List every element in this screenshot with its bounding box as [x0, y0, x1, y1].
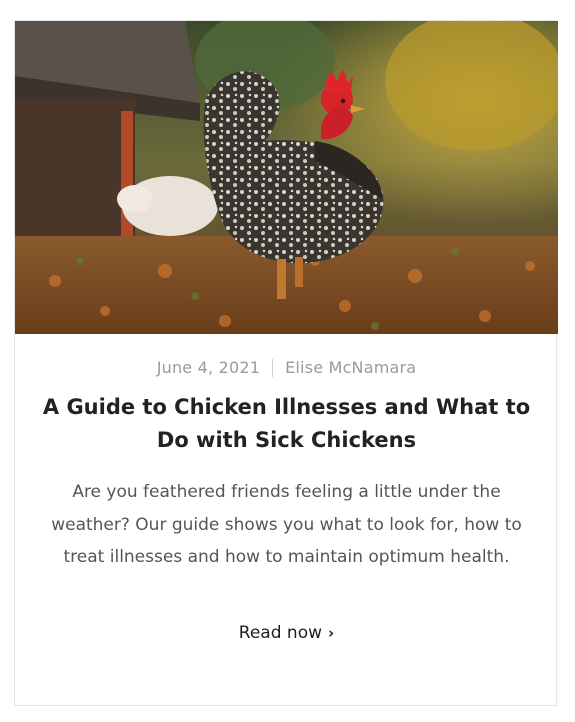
article-date: June 4, 2021	[156, 358, 261, 377]
chevron-right-icon: ›	[328, 624, 335, 642]
article-excerpt: Are you feathered friends feeling a litt…	[51, 482, 522, 567]
article-title[interactable]: A Guide to Chicken Illnesses and What to…	[35, 391, 538, 457]
meta-divider	[272, 359, 274, 377]
read-now-link[interactable]: Read now ›	[15, 623, 558, 643]
article-image	[15, 21, 558, 334]
article-meta: June 4, 2021 Elise McNamara	[15, 358, 558, 377]
read-now-label: Read now	[238, 623, 322, 643]
article-image-link[interactable]	[15, 21, 558, 334]
article-author[interactable]: Elise McNamara	[285, 358, 416, 377]
article-card: June 4, 2021 Elise McNamara A Guide to Ch…	[14, 20, 558, 706]
